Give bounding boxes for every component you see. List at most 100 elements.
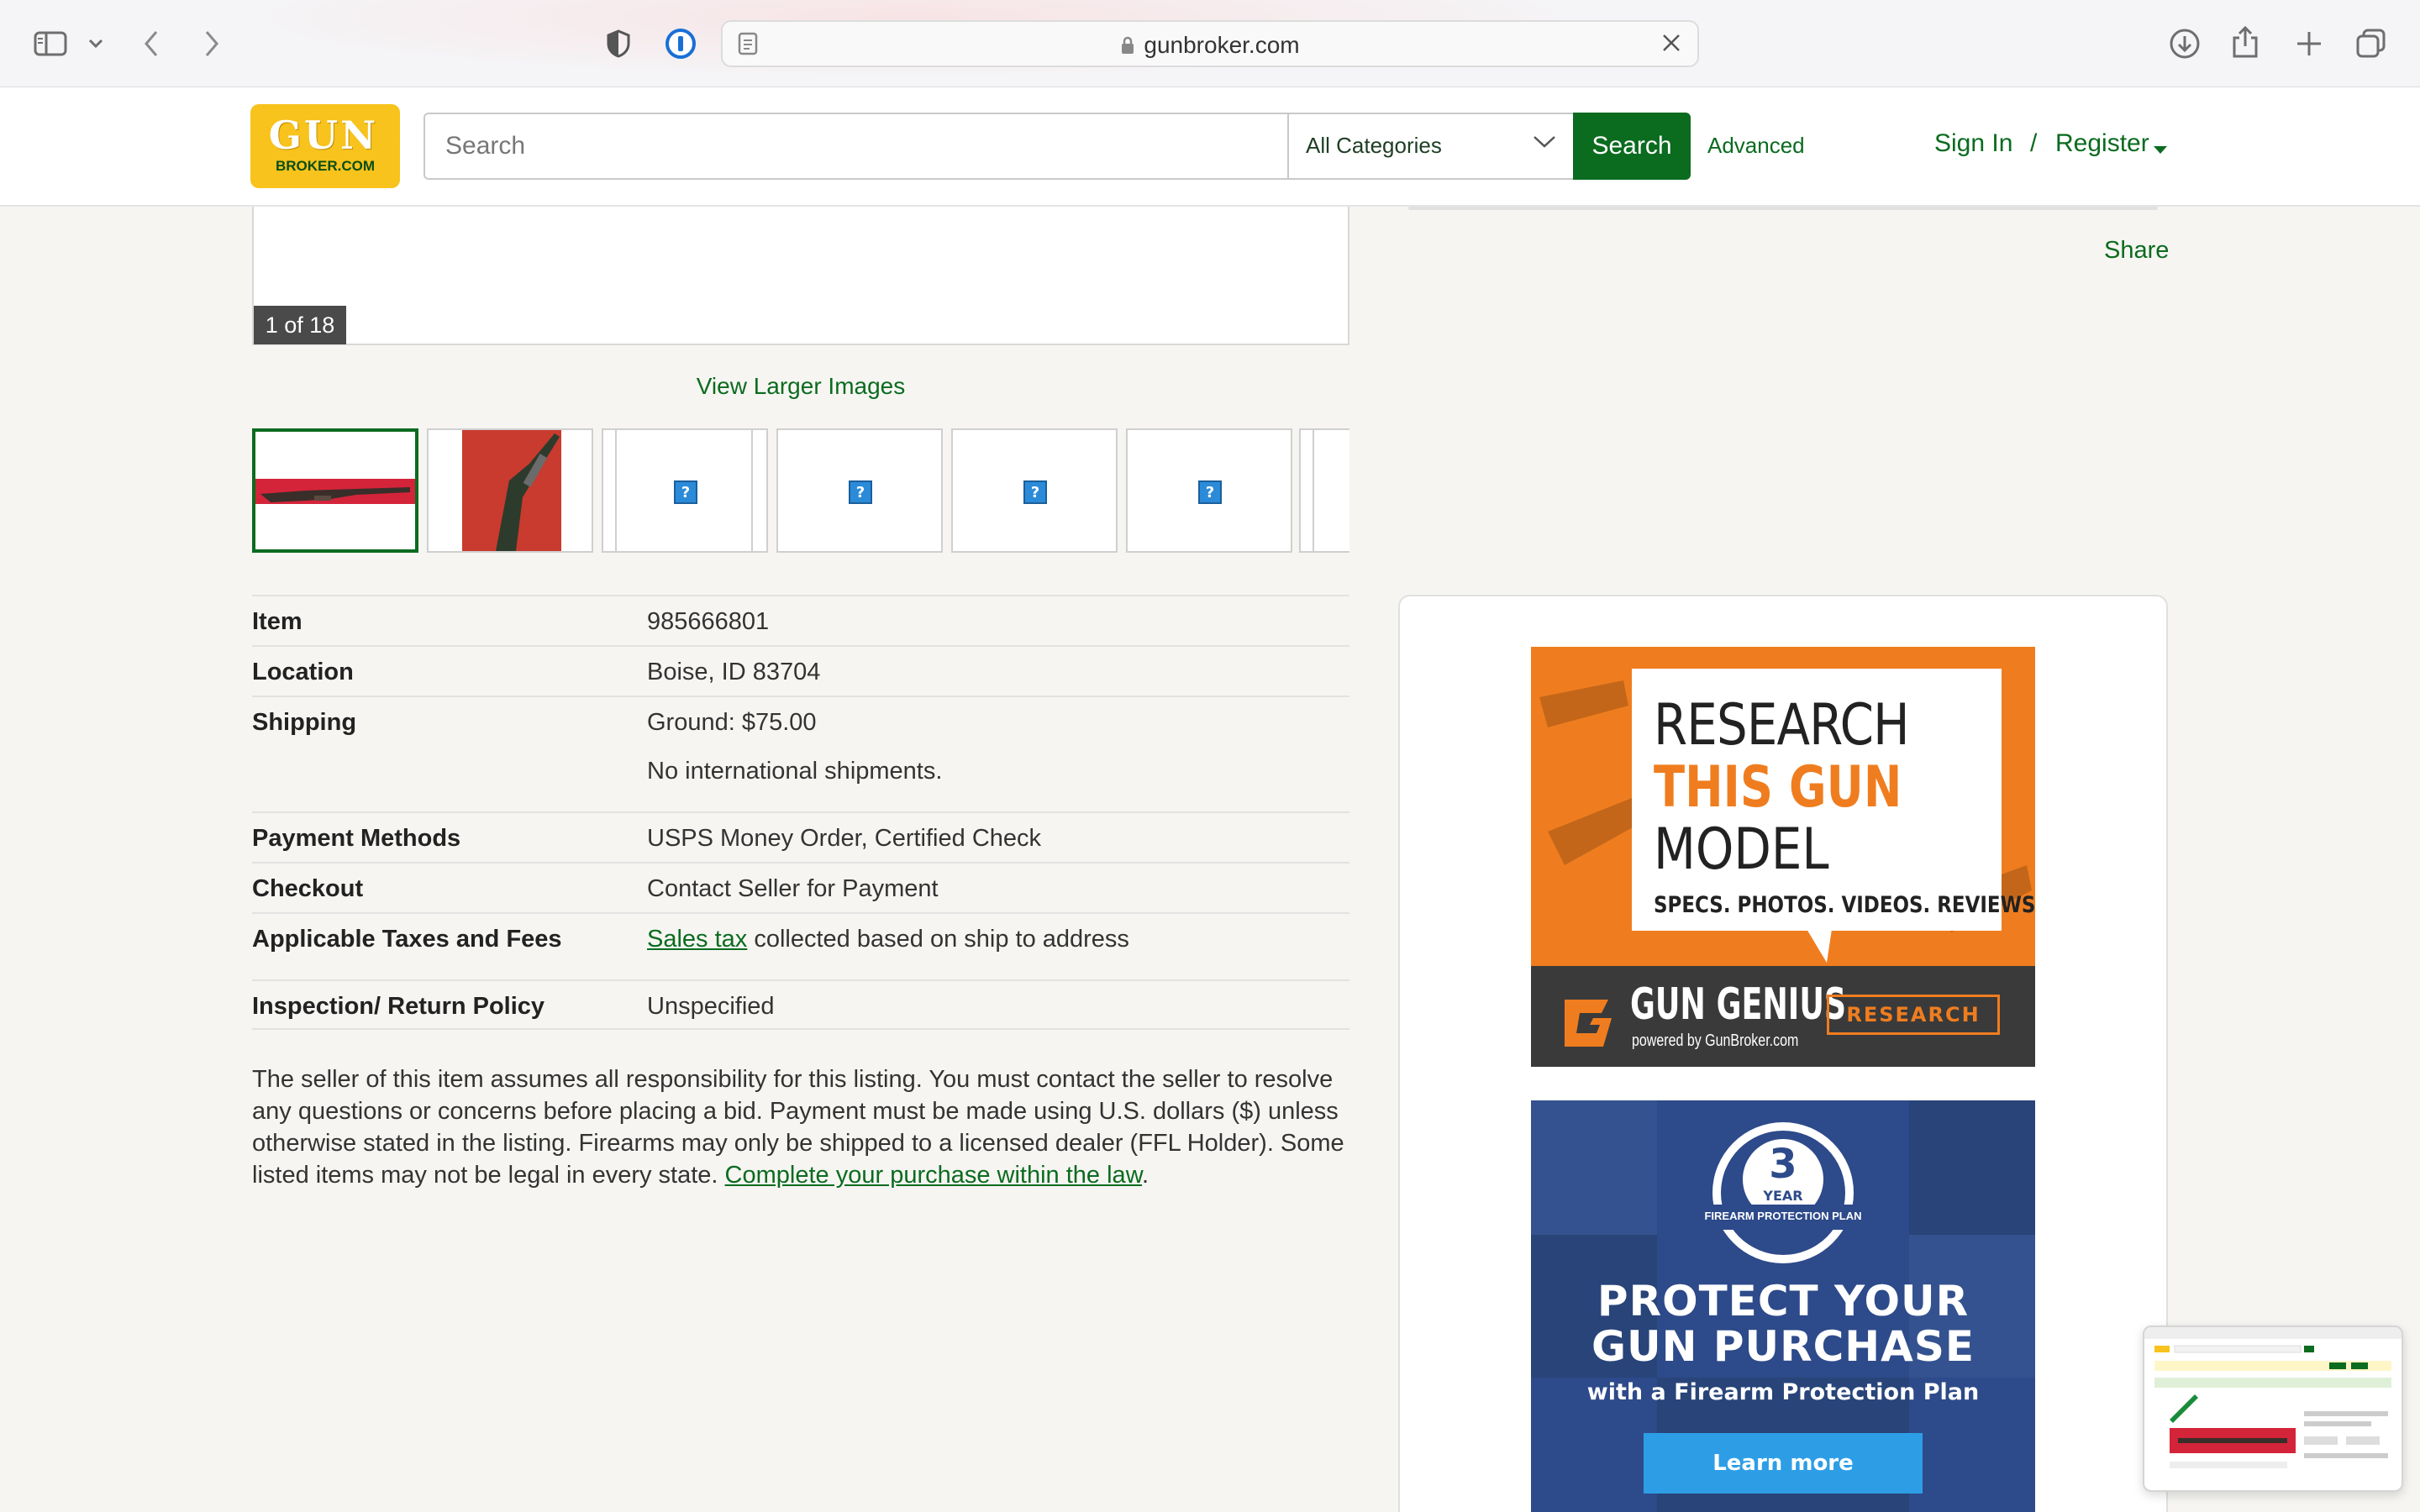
url-text[interactable]: gunbroker.com xyxy=(723,32,1697,59)
thumbnail-divider xyxy=(615,430,617,551)
category-select[interactable]: All Categories xyxy=(1287,113,1575,180)
detail-value: Boise, ID 83704 xyxy=(647,659,821,685)
image-counter: 1 of 18 xyxy=(254,306,346,344)
thumbnail-3[interactable]: ? xyxy=(602,428,768,553)
gun-genius-powered: powered by GunBroker.com xyxy=(1632,1032,1799,1050)
gun-genius-brand: GUN GENIUS xyxy=(1630,979,1847,1030)
detail-value: Sales tax collected based on ship to add… xyxy=(647,926,1129,953)
sign-in-link[interactable]: Sign In xyxy=(1934,129,2012,158)
thumbnail-1[interactable] xyxy=(252,428,418,553)
download-icon[interactable] xyxy=(2166,25,2203,62)
advanced-search-link[interactable]: Advanced xyxy=(1707,133,1805,159)
seller-disclaimer: The seller of this item assumes all resp… xyxy=(252,1063,1353,1191)
ad-protect-line-1: PROTECT YOUR xyxy=(1597,1277,1970,1326)
thumbnail-5[interactable]: ? xyxy=(951,428,1118,553)
gun-genius-logo-icon xyxy=(1556,991,1620,1058)
ad-bubble-tail xyxy=(1807,929,1832,963)
sidebar-icon[interactable] xyxy=(32,27,69,60)
badge-unit: YEAR xyxy=(1763,1188,1803,1204)
thumbnail-divider xyxy=(1313,430,1314,551)
logo-broker-text: BROKER.COM xyxy=(275,158,376,174)
detail-row-inspection: Inspection/ Return Policy Unspecified xyxy=(252,979,1349,1030)
share-link[interactable]: Share xyxy=(2104,237,2169,265)
detail-row-checkout: Checkout Contact Seller for Payment xyxy=(252,862,1349,912)
chevron-down-icon[interactable] xyxy=(86,32,106,55)
detail-value: USPS Money Order, Certified Check xyxy=(647,825,1042,852)
detail-label: Item xyxy=(252,608,302,635)
detail-label: Shipping xyxy=(252,709,357,736)
detail-row-shipping: Shipping Ground: $75.00 No international… xyxy=(252,696,1349,811)
sales-tax-link[interactable]: Sales tax xyxy=(647,926,747,953)
register-link[interactable]: Register xyxy=(2055,129,2149,158)
ad-subline: SPECS. PHOTOS. VIDEOS. REVIEWS. xyxy=(1654,892,2035,918)
rifle-photo-thumbnail xyxy=(255,479,415,504)
caret-down-icon[interactable] xyxy=(2153,143,2168,159)
thumbnail-2[interactable] xyxy=(427,428,593,553)
learn-more-button[interactable]: Learn more xyxy=(1644,1433,1923,1494)
screenshot-preview-thumbnail[interactable] xyxy=(2143,1326,2403,1492)
browser-toolbar: gunbroker.com xyxy=(0,0,2420,87)
detail-value: Contact Seller for Payment xyxy=(647,875,939,902)
ad-headline-2: THIS GUN xyxy=(1654,754,1902,821)
ad-protect-line-3: with a Firearm Protection Plan xyxy=(1586,1379,1980,1405)
detail-row-item: Item 985666801 xyxy=(252,595,1349,645)
main-image-viewer[interactable] xyxy=(252,207,1349,345)
forward-icon[interactable] xyxy=(198,27,225,60)
site-header: GUN BROKER.COM All Categories Search Adv… xyxy=(0,87,2420,207)
tabs-overview-icon[interactable] xyxy=(2353,25,2390,62)
search-input[interactable] xyxy=(424,113,1291,180)
detail-row-payment: Payment Methods USPS Money Order, Certif… xyxy=(252,811,1349,862)
listing-details-table: Item 985666801 Location Boise, ID 83704 … xyxy=(252,595,1349,1030)
broken-image-icon: ? xyxy=(1023,480,1047,504)
detail-value: 985666801 xyxy=(647,608,770,635)
badge-text: FIREARM PROTECTION PLAN xyxy=(1704,1210,1862,1222)
detail-value: Unspecified xyxy=(647,993,775,1020)
password-manager-icon[interactable] xyxy=(664,27,697,60)
url-label: gunbroker.com xyxy=(1144,32,1300,58)
disclaimer-end: . xyxy=(1142,1162,1150,1189)
share-icon[interactable] xyxy=(2228,22,2262,62)
detail-value: Ground: $75.00 xyxy=(647,709,817,736)
lock-icon xyxy=(1122,36,1134,54)
detail-label: Location xyxy=(252,659,354,685)
logo-gun-text: GUN xyxy=(268,113,379,158)
research-gun-ad[interactable]: RESEARCH THIS GUN MODEL SPECS. PHOTOS. V… xyxy=(1531,647,2035,1067)
detail-row-taxes: Applicable Taxes and Fees Sales tax coll… xyxy=(252,912,1349,979)
detail-label: Inspection/ Return Policy xyxy=(252,993,545,1020)
three-year-badge: 3 YEAR FIREARM PROTECTION PLAN xyxy=(1697,1121,1869,1275)
ad-headline-1: RESEARCH xyxy=(1654,692,1910,759)
view-larger-images-link[interactable]: View Larger Images xyxy=(252,373,1349,400)
chevron-down-icon xyxy=(1533,134,1556,153)
ad-headline-3: MODEL xyxy=(1654,816,1829,883)
detail-row-location: Location Boise, ID 83704 xyxy=(252,645,1349,696)
detail-label: Payment Methods xyxy=(252,825,461,852)
thumbnail-divider xyxy=(751,430,753,551)
thumbnail-strip: ? ? ? ? xyxy=(252,428,1349,554)
detail-value-text: collected based on ship to address xyxy=(747,926,1129,953)
new-tab-icon[interactable] xyxy=(2292,25,2326,62)
address-bar[interactable]: gunbroker.com xyxy=(721,20,1699,67)
broken-image-icon: ? xyxy=(849,480,872,504)
auth-separator: / xyxy=(2030,129,2038,157)
site-logo[interactable]: GUN BROKER.COM xyxy=(250,104,400,188)
thumbnail-7[interactable] xyxy=(1299,428,1349,553)
close-icon[interactable] xyxy=(1660,32,1682,57)
screenshot-preview-image xyxy=(2144,1327,2402,1468)
privacy-shield-icon[interactable] xyxy=(603,27,634,60)
rifle-closeup-thumbnail xyxy=(462,430,561,551)
back-icon[interactable] xyxy=(138,27,165,60)
purchase-law-link[interactable]: Complete your purchase within the law xyxy=(725,1162,1142,1189)
ad-protect-line-2: GUN PURCHASE xyxy=(1591,1322,1975,1371)
broken-image-icon: ? xyxy=(674,480,697,504)
badge-number: 3 xyxy=(1769,1141,1797,1188)
protection-plan-ad[interactable]: 3 YEAR FIREARM PROTECTION PLAN PROTECT Y… xyxy=(1531,1100,2035,1512)
panel-divider xyxy=(1408,207,2158,210)
thumbnail-6[interactable]: ? xyxy=(1126,428,1292,553)
thumbnail-4[interactable]: ? xyxy=(776,428,943,553)
detail-label: Checkout xyxy=(252,875,364,902)
search-button[interactable]: Search xyxy=(1573,113,1691,180)
category-select-label: All Categories xyxy=(1306,133,1442,158)
detail-note: No international shipments. xyxy=(647,758,943,785)
detail-label: Applicable Taxes and Fees xyxy=(252,926,562,953)
research-button[interactable]: RESEARCH xyxy=(1827,995,2000,1035)
